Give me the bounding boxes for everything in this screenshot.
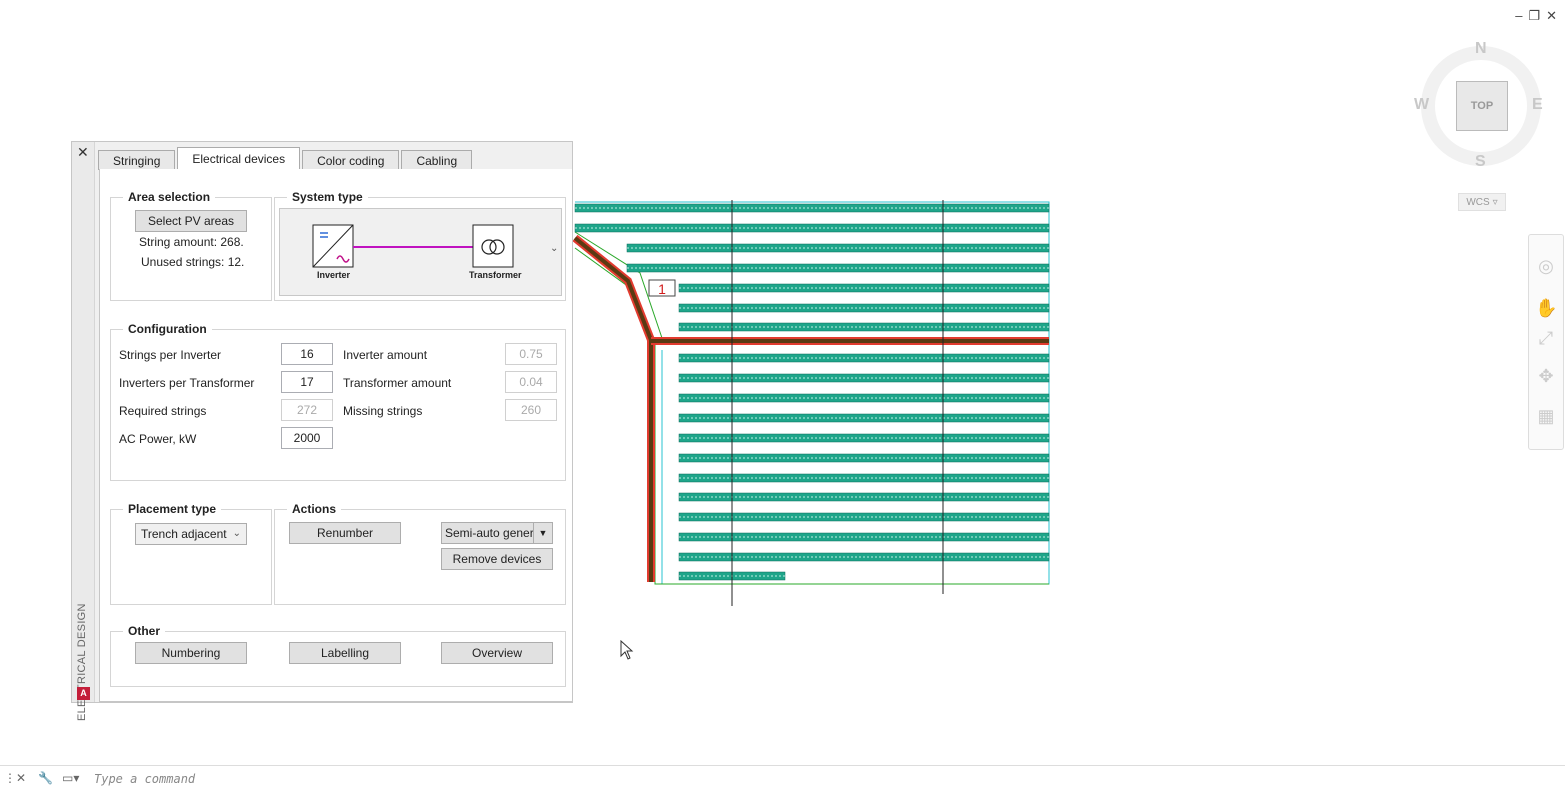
area-selection-group: Area selection Select PV areas String am… [110,190,272,301]
transformer-label: Transformer [469,270,522,280]
required-strings-label: Required strings [119,404,207,418]
required-strings-field: 272 [281,399,333,421]
renumber-button[interactable]: Renumber [289,522,401,544]
pv-area-boundary [575,201,1050,585]
tab-cabling[interactable]: Cabling [401,150,473,170]
inverters-per-transformer-label: Inverters per Transformer [119,376,255,390]
string-amount-text: String amount: 268. [139,235,244,249]
ac-power-label: AC Power, kW [119,432,197,446]
grip-icon[interactable]: ⋮ [4,771,16,785]
terminal-icon[interactable]: ▭▾ [62,771,79,785]
palette-tabs: Stringing Electrical devices Color codin… [98,147,474,171]
labelling-button[interactable]: Labelling [289,642,401,664]
inverter-amount-field: 0.75 [505,343,557,365]
tab-electrical-devices[interactable]: Electrical devices [177,147,301,171]
app-logo-icon: A [77,687,90,700]
ac-power-input[interactable]: 2000 [281,427,333,449]
trench-dark-inner [573,236,653,582]
placement-type-select[interactable]: Trench adjacent ⌄ [135,523,247,545]
close-icon[interactable]: ✕ [77,144,89,161]
pv-table-row [626,263,1050,273]
command-input[interactable]: Type a command [94,772,195,786]
actions-title: Actions [287,502,342,516]
dropdown-arrow-icon[interactable]: ▼ [533,523,552,543]
transformer-amount-field: 0.04 [505,371,557,393]
mouse-cursor-icon [620,640,634,660]
other-title: Other [123,624,166,638]
missing-strings-label: Missing strings [343,404,423,418]
placement-type-value: Trench adjacent [141,527,227,541]
transformer-symbol-icon [472,224,514,268]
overview-button[interactable]: Overview [441,642,553,664]
missing-strings-field: 260 [505,399,557,421]
area-selection-title: Area selection [123,190,216,204]
strings-per-inverter-input[interactable]: 16 [281,343,333,365]
tab-color-coding[interactable]: Color coding [302,150,400,170]
generate-mode-label: Semi-auto gener [445,526,534,540]
system-type-select[interactable]: Inverter Transformer ⌄ [279,208,562,296]
transformer-amount-label: Transformer amount [343,376,452,390]
generate-split-button[interactable]: Semi-auto gener ▼ [441,522,553,544]
placement-type-group: Placement type Trench adjacent ⌄ [110,502,272,605]
inverters-per-transformer-input[interactable]: 17 [281,371,333,393]
configuration-title: Configuration [123,322,212,336]
configuration-group: Configuration Strings per Inverter 16 In… [110,322,566,481]
tab-content: Area selection Select PV areas String am… [99,169,573,702]
pv-table-rows [574,203,1050,581]
system-type-title: System type [287,190,368,204]
chevron-down-icon: ⌄ [232,528,241,539]
numbering-button[interactable]: Numbering [135,642,247,664]
tab-stringing[interactable]: Stringing [98,150,176,170]
trench-red-outer [572,234,655,582]
electrical-design-palette: ✕ ELECTRICAL DESIGN A Stringing Electric… [71,141,573,721]
palette-title: ELECTRICAL DESIGN [76,603,88,721]
placement-type-title: Placement type [123,502,222,516]
wrench-icon[interactable]: 🔧 [38,771,53,785]
pv-table-row [626,243,1050,253]
inverter-amount-label: Inverter amount [343,348,428,362]
strings-per-inverter-label: Strings per Inverter [119,348,222,362]
remove-devices-button[interactable]: Remove devices [441,548,553,570]
select-pv-areas-button[interactable]: Select PV areas [135,210,247,232]
other-group: Other Numbering Labelling Overview [110,624,566,687]
chevron-down-icon[interactable]: ⌄ [550,243,558,254]
palette-sidebar: ✕ ELECTRICAL DESIGN A [72,142,95,721]
block-number: 1 [658,281,666,297]
command-line: ⋮ ✕ 🔧 ▭▾ Type a command [0,765,1565,793]
actions-group: Actions Renumber Semi-auto gener ▼ Remov… [274,502,566,605]
close-icon[interactable]: ✕ [16,771,26,785]
inverter-label: Inverter [317,270,351,280]
system-type-group: System type Inverter Transformer ⌄ [274,190,566,301]
unused-strings-text: Unused strings: 12. [141,255,245,269]
